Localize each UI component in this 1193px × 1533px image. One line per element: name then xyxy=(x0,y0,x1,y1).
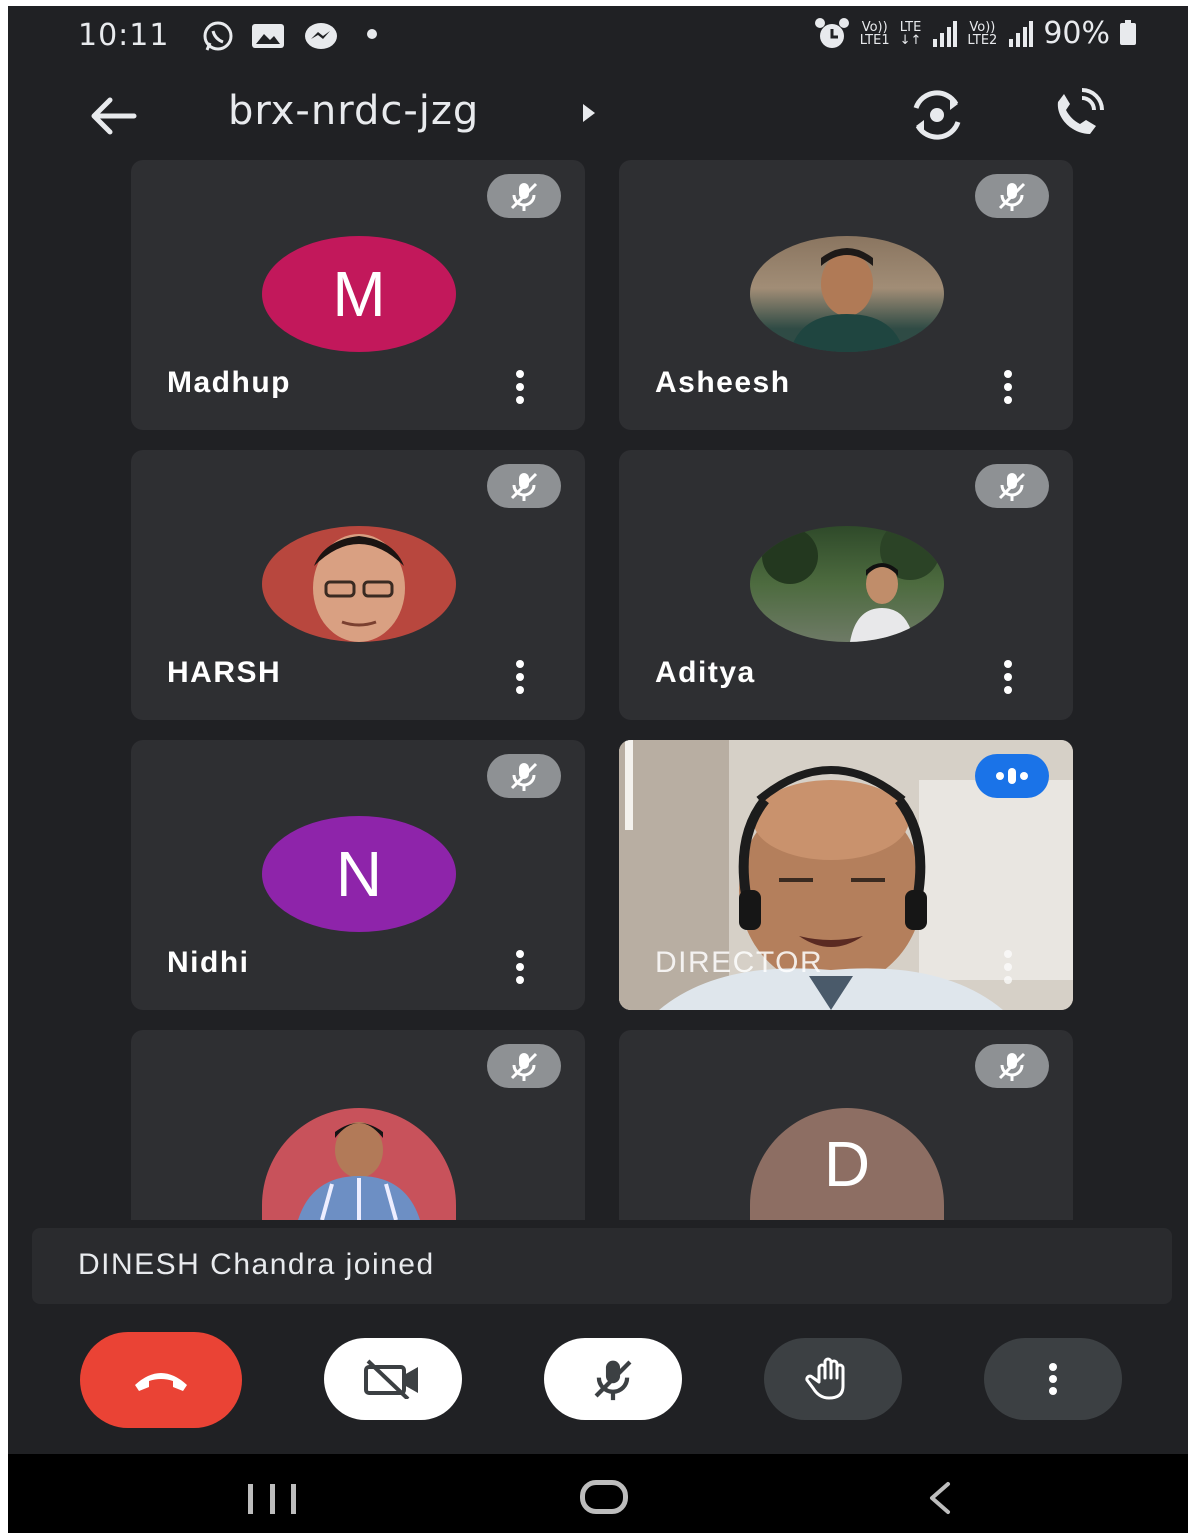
avatar-photo xyxy=(750,236,944,352)
mic-off-icon xyxy=(998,182,1026,211)
more-vert-icon[interactable] xyxy=(1001,370,1015,404)
hand-icon xyxy=(805,1357,845,1400)
status-time: 10:11 xyxy=(78,18,170,53)
battery-percent: 90% xyxy=(1043,16,1110,51)
meet-screen: 10:11 Vo)) LTE1 LTE ↓↑ Vo)) LTE2 90% brx… xyxy=(8,6,1188,1533)
dot-icon xyxy=(367,29,377,39)
audio-level-icon xyxy=(996,768,1028,784)
mic-off-icon xyxy=(510,1052,538,1081)
signal1-icon xyxy=(933,20,958,47)
participant-name: Nidhi xyxy=(167,946,250,979)
more-options-button[interactable] xyxy=(984,1338,1122,1420)
participant-tile[interactable]: HARSH xyxy=(131,450,585,720)
whatsapp-icon xyxy=(203,21,233,51)
participant-video-tile[interactable]: DIRECTOR xyxy=(619,740,1073,1010)
participant-name: Madhup xyxy=(167,366,291,399)
switch-camera-icon[interactable] xyxy=(906,88,968,142)
home-icon[interactable] xyxy=(580,1480,628,1514)
muted-badge xyxy=(487,174,561,218)
system-nav-bar xyxy=(8,1454,1188,1533)
mic-off-icon xyxy=(594,1360,632,1401)
mic-off-icon xyxy=(510,472,538,501)
participant-tile[interactable] xyxy=(131,1030,585,1220)
audio-output-phone-icon[interactable] xyxy=(1048,88,1108,142)
muted-badge xyxy=(487,754,561,798)
mic-off-icon xyxy=(998,1052,1026,1081)
participant-name: Aditya xyxy=(655,656,756,689)
more-vert-icon[interactable] xyxy=(1001,660,1015,694)
hang-up-icon xyxy=(135,1373,187,1391)
more-vert-icon[interactable] xyxy=(1001,950,1015,984)
app-bar: brx-nrdc-jzg xyxy=(8,74,1188,154)
nav-back-icon[interactable] xyxy=(920,1478,960,1518)
camera-toggle-button[interactable] xyxy=(324,1338,462,1420)
notification-text: DINESH Chandra joined xyxy=(78,1248,435,1281)
more-vert-icon[interactable] xyxy=(513,660,527,694)
participant-tile[interactable]: D xyxy=(619,1030,1073,1220)
avatar-photo xyxy=(750,526,944,642)
mic-off-icon xyxy=(998,472,1026,501)
volte2-label-bottom: LTE2 xyxy=(967,32,998,48)
video-off-icon xyxy=(364,1359,418,1399)
join-notification: DINESH Chandra joined xyxy=(32,1228,1172,1304)
lte-label-top: LTE xyxy=(899,19,922,35)
speaking-indicator xyxy=(975,754,1049,798)
recent-apps-icon[interactable] xyxy=(248,1484,296,1514)
avatar: D xyxy=(750,1108,944,1220)
lte-label-bottom: ↓↑ xyxy=(899,32,922,48)
messenger-icon xyxy=(305,23,337,49)
signal2-icon xyxy=(1009,20,1034,47)
more-vert-icon[interactable] xyxy=(513,950,527,984)
lte-data-icon: LTE ↓↑ xyxy=(900,21,922,47)
participant-name: Asheesh xyxy=(655,366,791,399)
participant-name: DIRECTOR xyxy=(655,946,824,979)
volte2-label-top: Vo)) xyxy=(969,19,996,35)
avatar-photo xyxy=(262,1108,456,1220)
alarm-icon xyxy=(814,17,849,48)
battery-icon xyxy=(1120,19,1136,45)
muted-badge xyxy=(975,464,1049,508)
raise-hand-button[interactable] xyxy=(764,1338,902,1420)
avatar: N xyxy=(262,816,456,932)
mic-off-icon xyxy=(510,762,538,791)
avatar: M xyxy=(262,236,456,352)
participant-tile[interactable]: N Nidhi xyxy=(131,740,585,1010)
back-arrow-icon[interactable] xyxy=(86,88,142,144)
participant-tile[interactable]: M Madhup xyxy=(131,160,585,430)
participant-tile[interactable]: Aditya xyxy=(619,450,1073,720)
meeting-code[interactable]: brx-nrdc-jzg xyxy=(228,88,479,134)
more-vert-icon[interactable] xyxy=(513,370,527,404)
person-photo xyxy=(762,526,940,642)
status-right: Vo)) LTE1 LTE ↓↑ Vo)) LTE2 90% xyxy=(814,16,1136,51)
participant-tile[interactable]: Asheesh xyxy=(619,160,1073,430)
muted-badge xyxy=(487,464,561,508)
volte1-icon: Vo)) LTE1 xyxy=(860,21,890,47)
volte1-label-top: Vo)) xyxy=(861,19,888,35)
mic-off-icon xyxy=(510,182,538,211)
mic-toggle-button[interactable] xyxy=(544,1338,682,1420)
volte1-label-bottom: LTE1 xyxy=(859,32,890,48)
gallery-icon xyxy=(252,24,284,48)
muted-badge xyxy=(975,1044,1049,1088)
meeting-details-arrow-icon[interactable] xyxy=(583,104,595,122)
muted-badge xyxy=(975,174,1049,218)
avatar-photo xyxy=(262,526,456,642)
person-photo xyxy=(790,248,904,352)
muted-badge xyxy=(487,1044,561,1088)
status-bar: 10:11 Vo)) LTE1 LTE ↓↑ Vo)) LTE2 90% xyxy=(8,6,1188,66)
person-photo xyxy=(298,1122,420,1220)
volte2-icon: Vo)) LTE2 xyxy=(967,21,997,47)
person-photo xyxy=(313,534,405,642)
more-vert-icon xyxy=(1048,1363,1058,1395)
participant-name: HARSH xyxy=(167,656,282,689)
end-call-button[interactable] xyxy=(80,1332,242,1428)
